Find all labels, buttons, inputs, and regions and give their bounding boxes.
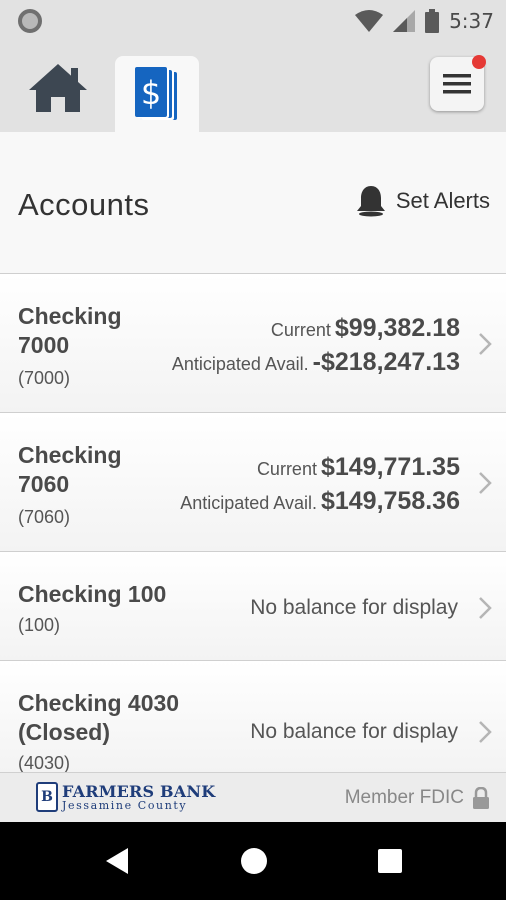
logo-text: FARMERS BANK Jessamine County	[62, 781, 216, 812]
account-name-line2: 7000	[18, 332, 70, 358]
current-balance: Current $99,382.18	[271, 314, 460, 343]
current-value: $99,382.18	[334, 314, 460, 342]
back-icon[interactable]	[104, 848, 128, 874]
wifi-icon	[355, 10, 384, 32]
account-name: Checking 100	[18, 581, 167, 607]
signal-icon	[393, 10, 416, 32]
chevron-right-icon	[479, 333, 492, 355]
account-name-line1: Checking	[18, 442, 122, 468]
lock-icon	[473, 787, 489, 809]
battery-icon	[425, 9, 440, 33]
account-number: (7000)	[18, 368, 71, 388]
account-row-7060[interactable]: Checking 7060 (7060) Current $149,771.35…	[0, 413, 506, 552]
anticipated-label: Anticipated Avail.	[180, 493, 317, 513]
account-row-100[interactable]: Checking 100 (100) No balance for displa…	[0, 552, 506, 661]
current-value: $149,771.35	[320, 453, 460, 481]
chevron-right-icon	[479, 597, 492, 619]
account-name: Checking 4030 (Closed)	[18, 689, 179, 747]
system-nav-bar	[0, 822, 506, 900]
account-name-line2: (Closed)	[18, 719, 110, 745]
chevron-right-icon	[479, 721, 492, 743]
member-fdic: Member FDIC	[345, 787, 490, 809]
notification-dot	[472, 55, 486, 69]
set-alerts-button[interactable]: Set Alerts	[356, 184, 490, 218]
chevron-right-icon	[479, 472, 492, 494]
accounts-list: Checking 7000 (7000) Current $99,382.18 …	[0, 274, 506, 773]
home-nav-icon[interactable]	[241, 848, 267, 874]
logo-subtitle: Jessamine County	[62, 798, 188, 812]
current-balance: Current $149,771.35	[257, 453, 460, 482]
recent-apps-icon[interactable]	[378, 849, 402, 873]
hamburger-menu-icon	[443, 74, 471, 94]
tab-bar: $	[0, 42, 506, 132]
svg-text:$: $	[141, 74, 161, 112]
account-number: (100)	[18, 615, 61, 635]
page-title: Accounts	[18, 187, 150, 222]
current-label: Current	[256, 459, 317, 479]
anticipated-label: Anticipated Avail.	[171, 354, 309, 374]
page-header: Accounts Set Alerts	[0, 132, 506, 274]
account-number: (4030)	[18, 753, 71, 773]
no-balance-text: No balance for display	[250, 720, 458, 743]
account-name-line1: Checking 4030	[18, 690, 180, 716]
footer: B FARMERS BANK Jessamine County Member F…	[0, 772, 506, 822]
account-name: Checking 7060	[18, 441, 122, 499]
anticipated-balance: Anticipated Avail. -$218,247.13	[172, 348, 460, 377]
anticipated-value: -$218,247.13	[312, 348, 460, 376]
dollar-cards-icon: $	[135, 67, 177, 120]
no-balance-text: No balance for display	[250, 596, 458, 619]
bank-logo: B FARMERS BANK Jessamine County	[36, 782, 215, 812]
account-row-4030[interactable]: Checking 4030 (Closed) (4030) No balance…	[0, 661, 506, 773]
set-alerts-label: Set Alerts	[395, 188, 490, 213]
anticipated-value: $149,758.36	[320, 487, 460, 515]
account-name-line1: Checking	[18, 303, 122, 329]
menu-button[interactable]	[430, 55, 486, 111]
anticipated-balance: Anticipated Avail. $149,758.36	[180, 487, 460, 516]
status-icons: 5:37	[355, 6, 494, 36]
tab-accounts[interactable]: $	[115, 56, 199, 132]
logo-mark-icon: B	[36, 782, 58, 812]
status-bar: 5:37	[0, 0, 506, 42]
tab-home[interactable]	[22, 58, 94, 118]
current-label: Current	[270, 320, 331, 340]
bell-icon	[356, 186, 385, 217]
account-number: (7060)	[18, 507, 71, 527]
fdic-label: Member FDIC	[344, 787, 464, 808]
house-icon	[29, 64, 87, 112]
notification-circle-icon	[18, 9, 42, 33]
clock: 5:37	[449, 9, 494, 33]
logo-name: FARMERS BANK	[62, 781, 216, 801]
account-name: Checking 7000	[18, 302, 122, 360]
account-row-7000[interactable]: Checking 7000 (7000) Current $99,382.18 …	[0, 274, 506, 413]
account-name-line2: 7060	[18, 471, 70, 497]
